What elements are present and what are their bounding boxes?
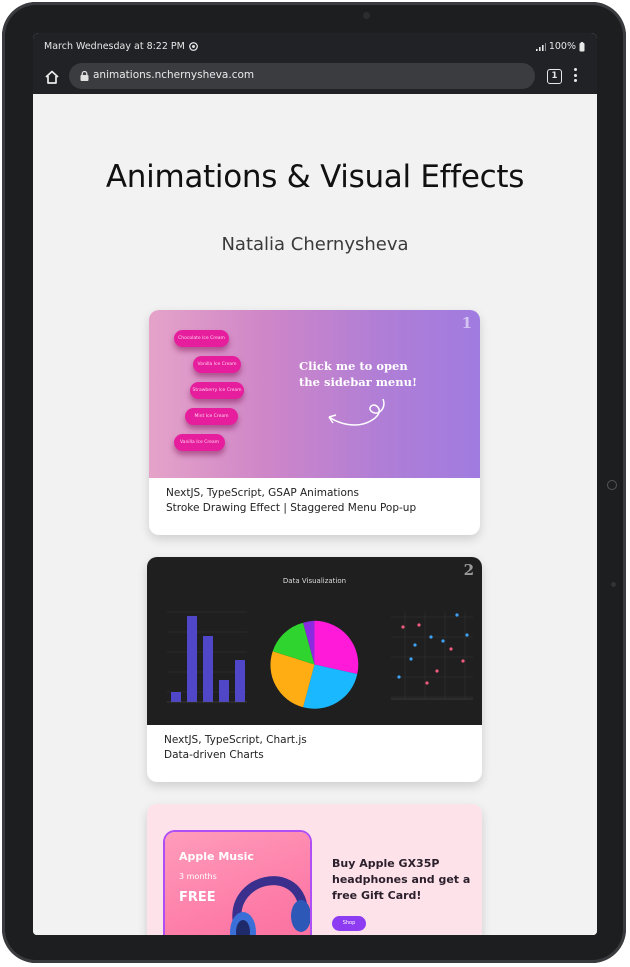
- promo-free: FREE: [179, 890, 216, 905]
- menu-pill: Vanilla Ice Cream: [193, 356, 241, 373]
- signal-icon: [535, 42, 546, 51]
- author-name: Natalia Chernysheva: [221, 234, 409, 255]
- card-number: 1: [461, 314, 472, 332]
- mini-bar-chart: [167, 611, 247, 703]
- headphones-icon: [230, 876, 310, 935]
- mini-pie-chart: [270, 620, 359, 709]
- promo-headline: Buy Apple GX35P headphones and get a fre…: [332, 857, 471, 902]
- battery-icon: [579, 41, 585, 51]
- curly-arrow-icon: [328, 398, 385, 426]
- shop-button[interactable]: Shop: [332, 916, 366, 931]
- mini-bar: [219, 680, 229, 702]
- card-subtitle: Stroke Drawing Effect | Staggered Menu P…: [166, 502, 417, 514]
- card-description: NextJS, TypeScript, GSAP Animations Stro…: [166, 486, 416, 516]
- project-card-data-visualization[interactable]: Data Visualization 2 NextJS, TypeScript,…: [147, 557, 482, 782]
- status-time-group: March Wednesday at 8:22 PM: [44, 41, 198, 52]
- address-bar[interactable]: animations.nchernysheva.com: [69, 63, 535, 89]
- menu-pill: Vanilla Ice Cream: [174, 434, 225, 451]
- mini-bar: [235, 660, 245, 702]
- screen: March Wednesday at 8:22 PM 100% animatio…: [33, 33, 597, 935]
- menu-pill: Chocolate Ice Cream: [174, 330, 229, 347]
- lock-icon: [80, 71, 89, 81]
- mini-bar: [203, 636, 213, 702]
- card-thumbnail: Data Visualization 2: [147, 557, 482, 725]
- card-thumbnail: Chocolate Ice Cream Vanilla Ice Cream St…: [149, 310, 480, 478]
- thumb-title: Data Visualization: [282, 577, 347, 585]
- side-sensor: [611, 582, 616, 587]
- promo-panel: Apple Music 3 months FREE: [165, 832, 310, 935]
- status-time: March Wednesday at 8:22 PM: [44, 41, 185, 52]
- card-tech-stack: NextJS, TypeScript, Chart.js: [164, 734, 307, 746]
- menu-pill: Strawberry Ice Cream: [190, 382, 244, 399]
- card-thumbnail: Apple Music 3 months FREE Buy Apple GX35…: [147, 804, 482, 935]
- status-bar: March Wednesday at 8:22 PM 100%: [33, 33, 597, 60]
- project-card-promo[interactable]: Apple Music 3 months FREE Buy Apple GX35…: [147, 804, 482, 935]
- mini-bar: [187, 616, 197, 702]
- side-button: [607, 480, 617, 490]
- notification-icon: [188, 42, 198, 51]
- promo-months: 3 months: [179, 872, 217, 881]
- mini-scatter-chart: [391, 612, 473, 700]
- page-title: Animations & Visual Effects: [105, 159, 525, 195]
- project-card-stroke-drawing[interactable]: Chocolate Ice Cream Vanilla Ice Cream St…: [149, 310, 480, 535]
- mini-bar: [171, 692, 181, 702]
- browser-toolbar: animations.nchernysheva.com 1: [33, 60, 597, 94]
- menu-pill: Mint Ice Cream: [185, 408, 238, 425]
- card-description: NextJS, TypeScript, Chart.js Data-driven…: [164, 733, 307, 763]
- thumb-caption: Click me to open the sidebar menu!: [299, 359, 418, 389]
- page-content: Animations & Visual Effects Natalia Cher…: [33, 94, 597, 935]
- home-icon[interactable]: [44, 69, 60, 85]
- battery-percent: 100%: [548, 41, 576, 52]
- more-options-icon[interactable]: [573, 68, 579, 86]
- card-number: 2: [463, 561, 474, 579]
- card-tech-stack: NextJS, TypeScript, GSAP Animations: [166, 487, 359, 499]
- card-subtitle: Data-driven Charts: [164, 749, 264, 761]
- tab-switcher-button[interactable]: 1: [547, 69, 562, 84]
- status-right-group: 100%: [535, 41, 585, 52]
- front-camera: [363, 12, 370, 19]
- url-text: animations.nchernysheva.com: [93, 69, 255, 81]
